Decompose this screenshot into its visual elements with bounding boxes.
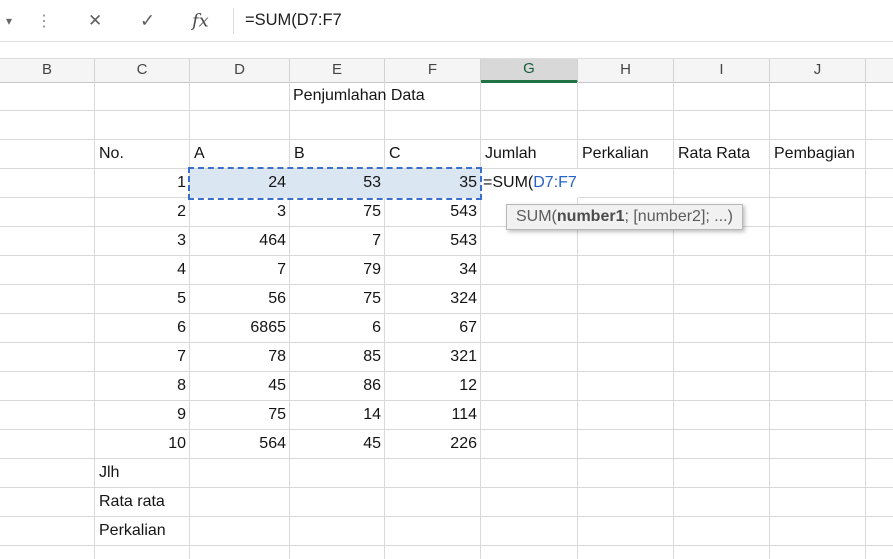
cell-no[interactable]: 8 (95, 372, 190, 401)
cell-b[interactable]: 7 (290, 227, 385, 256)
cell-no[interactable]: 1 (95, 169, 190, 198)
footer-cell-rata-rata[interactable]: Rata rata (95, 488, 190, 517)
cell-b[interactable]: 45 (290, 430, 385, 459)
cell-c[interactable]: 226 (385, 430, 481, 459)
splitter-dots-icon[interactable]: ⋮ (36, 11, 52, 31)
header-cell-perkalian[interactable]: Perkalian (578, 140, 674, 169)
formula-toolbar: ▾ ⋮ ✕ ✓ fx =SUM(D7:F7 (0, 0, 893, 42)
cell-a[interactable]: 3 (190, 198, 290, 227)
cell-b[interactable]: 14 (290, 401, 385, 430)
cell-a[interactable]: 7 (190, 256, 290, 285)
column-header-e[interactable]: E (290, 59, 385, 83)
cell-no[interactable]: 6 (95, 314, 190, 343)
header-cell-no[interactable]: No. (95, 140, 190, 169)
hint-remaining-args: ; [number2]; ...) (624, 208, 733, 225)
cell-a[interactable]: 45 (190, 372, 290, 401)
header-cell-b[interactable]: B (290, 140, 385, 169)
insert-function-icon[interactable]: fx (192, 10, 209, 31)
spreadsheet: B C D E F G H I J Penjumlahan Data No. A… (0, 58, 893, 559)
column-header-d[interactable]: D (190, 59, 290, 83)
cell-c[interactable]: 114 (385, 401, 481, 430)
column-header-f[interactable]: F (385, 59, 481, 83)
cell-c[interactable]: 12 (385, 372, 481, 401)
column-header-g-selected[interactable]: G (481, 59, 578, 83)
formula-range-reference: D7:F7 (533, 174, 577, 191)
cell-no[interactable]: 5 (95, 285, 190, 314)
column-headers: B C D E F G H I J (0, 58, 893, 83)
column-header-partial[interactable] (866, 59, 893, 83)
cell-c[interactable]: 35 (385, 169, 481, 198)
cell-no[interactable]: 3 (95, 227, 190, 256)
active-cell-editor[interactable]: =SUM(D7:F7 (481, 169, 578, 198)
cell-a[interactable]: 464 (190, 227, 290, 256)
column-header-b[interactable]: B (0, 59, 95, 83)
header-cell-rata-rata[interactable]: Rata Rata (674, 140, 770, 169)
column-header-h[interactable]: H (578, 59, 674, 83)
cell-c[interactable]: 543 (385, 198, 481, 227)
header-cell-c[interactable]: C (385, 140, 481, 169)
cell-b[interactable]: 85 (290, 343, 385, 372)
cell-c[interactable]: 324 (385, 285, 481, 314)
cell-c[interactable]: 321 (385, 343, 481, 372)
name-box-dropdown-icon[interactable]: ▾ (6, 14, 12, 28)
cell-b[interactable]: 86 (290, 372, 385, 401)
header-cell-pembagian[interactable]: Pembagian (770, 140, 866, 169)
header-cell-a[interactable]: A (190, 140, 290, 169)
cancel-icon[interactable]: ✕ (88, 11, 102, 31)
formula-prefix: =SUM( (483, 174, 534, 191)
cell-c[interactable]: 67 (385, 314, 481, 343)
cell-b[interactable]: 6 (290, 314, 385, 343)
sheet-title-cell[interactable]: Penjumlahan Data (290, 82, 425, 111)
formula-bar-input[interactable]: =SUM(D7:F7 (245, 0, 342, 41)
cell-no[interactable]: 9 (95, 401, 190, 430)
cell-a[interactable]: 56 (190, 285, 290, 314)
column-header-j[interactable]: J (770, 59, 866, 83)
enter-icon[interactable]: ✓ (140, 10, 155, 31)
cell-no[interactable]: 10 (95, 430, 190, 459)
hint-function-name: SUM( (516, 208, 557, 225)
column-header-c[interactable]: C (95, 59, 190, 83)
cell-a[interactable]: 75 (190, 401, 290, 430)
column-header-i[interactable]: I (674, 59, 770, 83)
cell-no[interactable]: 4 (95, 256, 190, 285)
footer-cell-jlh[interactable]: Jlh (95, 459, 190, 488)
cell-a[interactable]: 78 (190, 343, 290, 372)
cell-a[interactable]: 24 (190, 169, 290, 198)
cell-no[interactable]: 7 (95, 343, 190, 372)
hint-current-arg: number1 (556, 208, 625, 225)
cell-b[interactable]: 75 (290, 285, 385, 314)
cell-b[interactable]: 53 (290, 169, 385, 198)
cell-b[interactable]: 75 (290, 198, 385, 227)
toolbar-divider (233, 7, 234, 34)
cell-b[interactable]: 79 (290, 256, 385, 285)
cell-c[interactable]: 543 (385, 227, 481, 256)
excel-window: ▾ ⋮ ✕ ✓ fx =SUM(D7:F7 B C D E F G H I J (0, 0, 893, 559)
header-cell-jumlah[interactable]: Jumlah (481, 140, 578, 169)
cell-c[interactable]: 34 (385, 256, 481, 285)
cell-a[interactable]: 6865 (190, 314, 290, 343)
grid-cells-area[interactable]: Penjumlahan Data No. A B C Jumlah Perkal… (0, 82, 893, 559)
function-hint-tooltip: SUM(number1; [number2]; ...) (506, 204, 743, 230)
footer-cell-perkalian[interactable]: Perkalian (95, 517, 190, 546)
cell-no[interactable]: 2 (95, 198, 190, 227)
cell-a[interactable]: 564 (190, 430, 290, 459)
